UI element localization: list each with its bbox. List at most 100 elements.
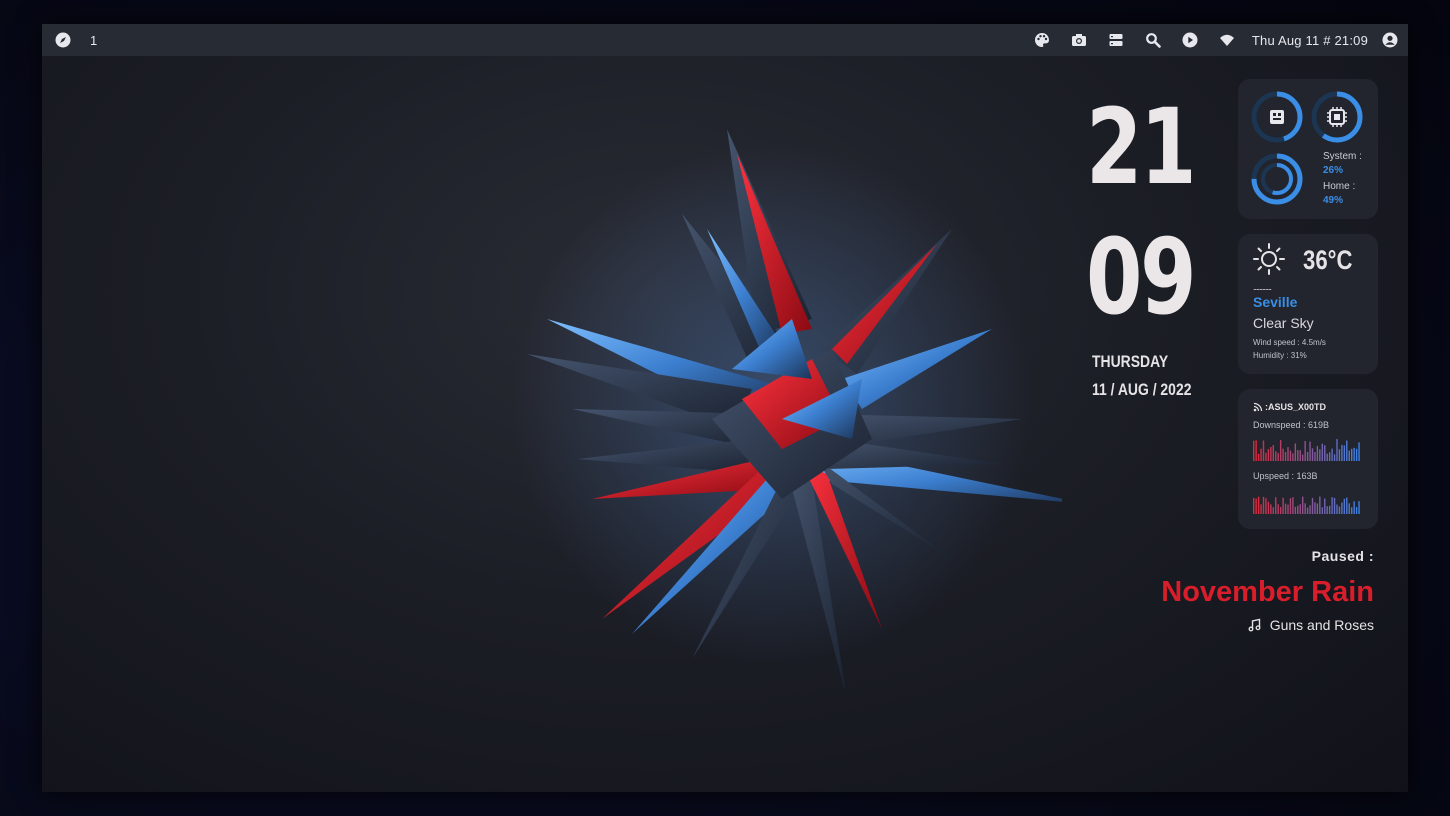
- graph-bar: [1326, 453, 1328, 461]
- graph-bar: [1338, 449, 1341, 461]
- music-status: Paused :: [1311, 548, 1374, 564]
- server-icon[interactable]: [1098, 24, 1135, 56]
- music-title: November Rain: [1161, 576, 1374, 608]
- home-label: Home :: [1323, 181, 1356, 192]
- graph-bar: [1265, 498, 1267, 514]
- graph-bar: [1299, 504, 1301, 514]
- graph-bar: [1292, 497, 1294, 514]
- graph-bar: [1314, 452, 1316, 461]
- clock-date: 11 / AUG / 2022: [1092, 380, 1192, 399]
- panel-clock[interactable]: Thu Aug 11 # 21:09: [1252, 33, 1368, 48]
- graph-bar: [1341, 444, 1343, 461]
- graph-bar: [1302, 454, 1304, 461]
- top-panel: 1 Thu Aug 11 # 21:09: [42, 24, 1408, 56]
- graph-bar: [1299, 450, 1301, 461]
- graph-bar: [1316, 503, 1319, 514]
- graph-bar: [1306, 507, 1309, 514]
- music-artist-row: Guns and Roses: [1248, 617, 1374, 633]
- weather-wind: Wind speed : 4.5m/s: [1253, 338, 1326, 347]
- weather-description: Clear Sky: [1253, 315, 1314, 331]
- graph-bar: [1333, 454, 1336, 461]
- wallpaper-art: [512, 129, 1062, 689]
- graph-bar: [1253, 497, 1255, 514]
- downspeed-graph: [1253, 439, 1360, 461]
- graph-bar: [1351, 507, 1353, 514]
- graph-bar: [1275, 497, 1277, 514]
- graph-bar: [1355, 507, 1358, 514]
- weather-divider: ............: [1253, 282, 1272, 292]
- graph-bar: [1324, 498, 1326, 514]
- weather-city: Seville: [1253, 294, 1298, 310]
- desktop: 1 Thu Aug 11 # 21:09 21 09 THURSDAY 11 /…: [42, 24, 1408, 792]
- graph-bar: [1351, 448, 1353, 461]
- graph-bar: [1287, 447, 1289, 461]
- graph-bar: [1267, 449, 1270, 461]
- graph-bar: [1353, 447, 1355, 461]
- graph-bar: [1255, 440, 1257, 461]
- network-ssid: :ASUS_X00TD: [1265, 402, 1327, 412]
- graph-bar: [1304, 503, 1306, 514]
- upspeed-graph: [1253, 496, 1360, 514]
- graph-bar: [1289, 498, 1292, 514]
- graph-bar: [1265, 452, 1267, 461]
- upspeed-label: Upspeed : 163B: [1253, 471, 1318, 481]
- graph-bar: [1294, 443, 1297, 461]
- graph-bar: [1289, 450, 1292, 461]
- graph-bar: [1346, 440, 1348, 461]
- graph-bar: [1355, 448, 1358, 461]
- search-icon[interactable]: [1135, 24, 1172, 56]
- graph-bar: [1262, 440, 1265, 461]
- graph-bar: [1272, 445, 1274, 461]
- weather-temperature: 36°C: [1303, 245, 1353, 275]
- system-label: System :: [1323, 151, 1362, 162]
- graph-bar: [1284, 452, 1287, 461]
- graph-bar: [1314, 502, 1316, 514]
- graph-bar: [1319, 496, 1321, 514]
- graph-bar: [1321, 507, 1323, 514]
- user-icon[interactable]: [1380, 24, 1400, 56]
- compass-icon[interactable]: [54, 24, 72, 56]
- graph-bar: [1277, 453, 1279, 461]
- graph-bar: [1311, 497, 1314, 514]
- clock-hour: 21: [1086, 86, 1197, 208]
- graph-bar: [1333, 497, 1336, 514]
- camera-icon[interactable]: [1061, 24, 1098, 56]
- palette-icon[interactable]: [1024, 24, 1061, 56]
- graph-bar: [1292, 453, 1294, 461]
- graph-bar: [1341, 502, 1343, 514]
- wifi-icon[interactable]: [1209, 24, 1246, 56]
- graph-bar: [1284, 503, 1287, 514]
- graph-bar: [1336, 504, 1338, 514]
- network-ssid-row: :ASUS_X00TD: [1253, 402, 1326, 412]
- disk-ring: [1249, 151, 1305, 207]
- graph-bar: [1358, 501, 1360, 514]
- graph-bar: [1297, 505, 1299, 514]
- graph-bar: [1316, 446, 1319, 461]
- graph-bar: [1324, 445, 1326, 461]
- graph-bar: [1282, 448, 1284, 461]
- graph-bar: [1272, 507, 1274, 514]
- graph-bar: [1343, 445, 1346, 461]
- graph-bar: [1319, 449, 1321, 461]
- graph-bar: [1260, 504, 1262, 514]
- graph-bar: [1253, 440, 1255, 461]
- system-value: 26%: [1323, 165, 1344, 176]
- graph-bar: [1348, 450, 1350, 461]
- sun-icon: [1253, 243, 1285, 275]
- workspace-indicator[interactable]: 1: [90, 33, 97, 48]
- music-note-icon: [1248, 618, 1261, 632]
- graph-bar: [1260, 448, 1262, 461]
- graph-bar: [1304, 440, 1306, 461]
- graph-bar: [1346, 497, 1348, 514]
- ram-ring: [1249, 89, 1305, 145]
- graph-bar: [1262, 496, 1265, 514]
- graph-bar: [1297, 450, 1299, 461]
- graph-bar: [1328, 505, 1331, 514]
- graph-bar: [1270, 504, 1272, 514]
- graph-bar: [1326, 506, 1328, 514]
- graph-bar: [1279, 507, 1282, 514]
- play-icon[interactable]: [1172, 24, 1209, 56]
- graph-bar: [1358, 442, 1360, 461]
- graph-bar: [1302, 496, 1304, 514]
- graph-bar: [1353, 501, 1355, 514]
